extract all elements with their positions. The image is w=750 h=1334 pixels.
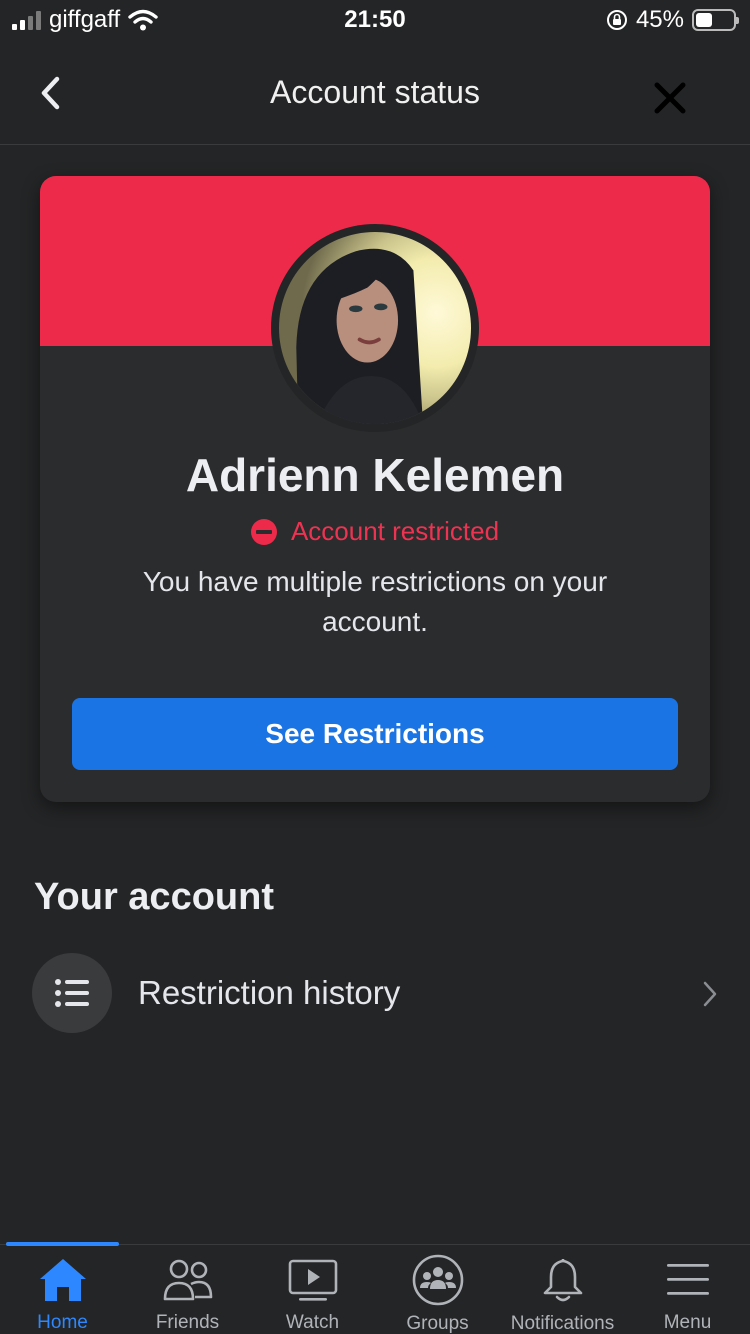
account-restricted-status: Account restricted xyxy=(40,516,710,547)
nav-menu[interactable]: Menu xyxy=(625,1245,750,1334)
profile-photo-art xyxy=(296,248,423,424)
chevron-right-icon xyxy=(703,981,717,1007)
battery-icon xyxy=(692,9,739,31)
close-icon xyxy=(654,82,686,114)
back-button[interactable] xyxy=(30,70,70,116)
groups-icon xyxy=(411,1254,465,1306)
restriction-history-label: Restriction history xyxy=(138,974,401,1011)
restriction-history-item[interactable]: Restriction history xyxy=(32,952,722,1034)
status-label: Account restricted xyxy=(290,516,500,546)
page-title: Account status xyxy=(270,73,480,110)
back-chevron-icon xyxy=(41,76,60,110)
section-heading: Your account xyxy=(34,876,274,918)
home-icon xyxy=(36,1255,90,1304)
nav-home-label: Home xyxy=(37,1312,88,1333)
user-name: Adrienn Kelemen xyxy=(185,449,565,501)
restriction-description: You have multiple restrictions on your a… xyxy=(142,566,608,637)
nav-menu-label: Menu xyxy=(663,1312,712,1333)
nav-watch-label: Watch xyxy=(285,1312,340,1333)
avatar xyxy=(271,224,479,432)
nav-groups[interactable]: Groups xyxy=(375,1245,500,1334)
watch-icon xyxy=(286,1255,340,1304)
rotation-lock-icon xyxy=(606,10,627,30)
menu-icon xyxy=(661,1255,715,1304)
nav-notifications[interactable]: Notifications xyxy=(500,1245,625,1334)
profile-photo xyxy=(279,232,471,424)
header: Account status xyxy=(0,40,750,145)
nav-friends-label: Friends xyxy=(155,1312,220,1333)
status-bar: giffgaff 21:50 45% xyxy=(0,0,750,40)
close-button[interactable] xyxy=(646,74,694,122)
list-icon xyxy=(32,953,112,1033)
nav-watch[interactable]: Watch xyxy=(250,1245,375,1334)
nav-friends[interactable]: Friends xyxy=(125,1245,250,1334)
account-status-card: Adrienn Kelemen Account restricted You h… xyxy=(40,176,710,802)
wifi-icon xyxy=(128,9,158,31)
see-restrictions-button[interactable]: See Restrictions xyxy=(72,698,678,770)
status-left: giffgaff xyxy=(12,6,158,34)
nav-groups-label: Groups xyxy=(406,1313,469,1334)
restricted-icon xyxy=(250,518,277,545)
friends-icon xyxy=(161,1255,215,1304)
nav-home[interactable]: Home xyxy=(0,1245,125,1334)
nav-notifications-label: Notifications xyxy=(510,1313,615,1334)
bottom-nav: Home Friends Watch Groups Notifications … xyxy=(0,1242,750,1334)
battery-fill xyxy=(696,13,713,27)
battery-percent: 45% xyxy=(635,6,684,33)
status-right: 45% xyxy=(606,6,739,34)
signal-icon xyxy=(12,10,41,30)
active-tab-indicator xyxy=(6,1242,119,1246)
bell-icon xyxy=(536,1255,590,1305)
carrier-name: giffgaff xyxy=(49,6,121,33)
